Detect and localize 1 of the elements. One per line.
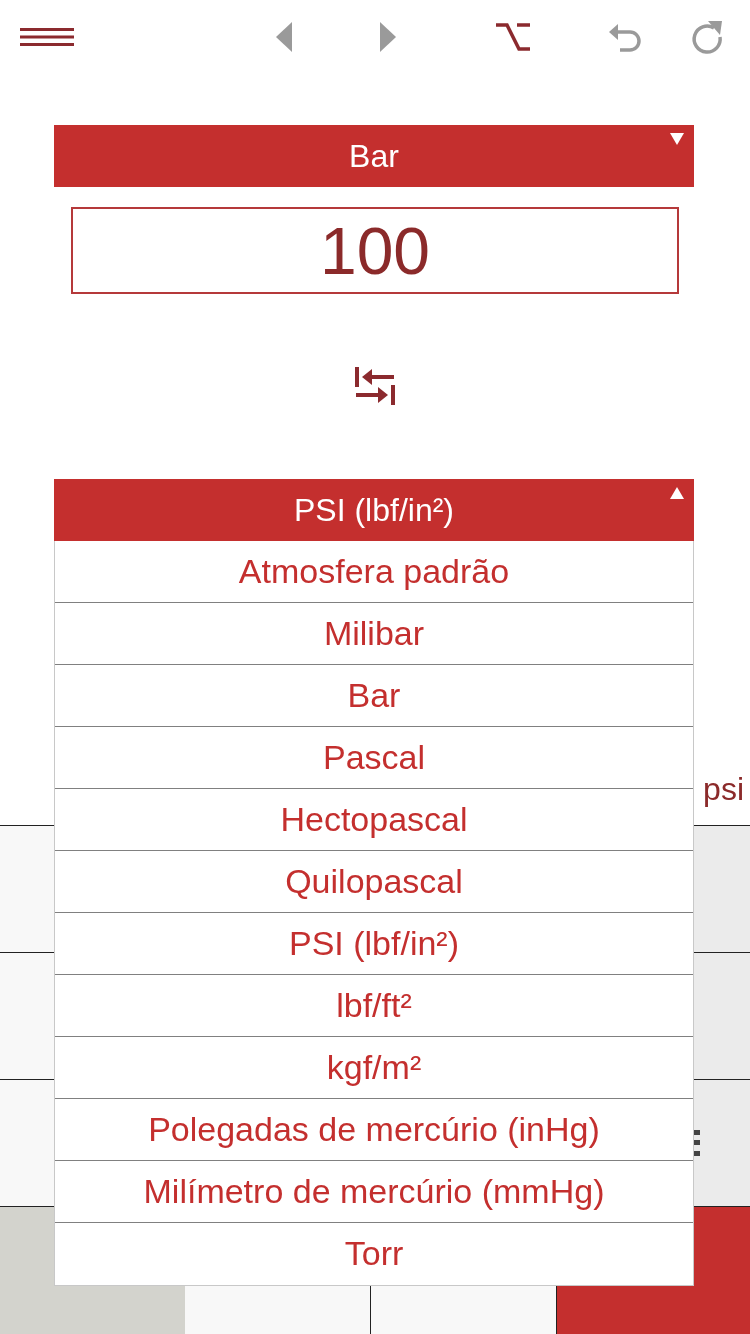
result-unit: psi [703,771,744,808]
